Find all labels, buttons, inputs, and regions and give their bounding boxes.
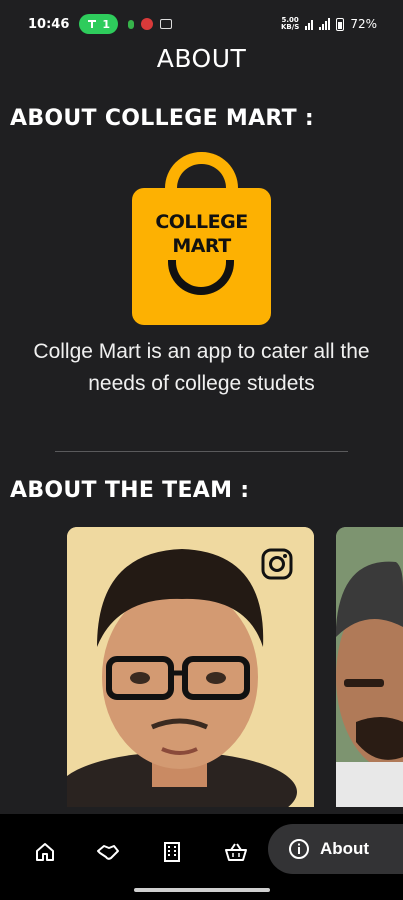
status-time: 10:46 bbox=[28, 16, 70, 32]
app-description: Collge Mart is an app to cater all the n… bbox=[33, 340, 370, 395]
network-speed-unit: KB/S bbox=[280, 23, 300, 31]
team-member-photo bbox=[336, 527, 403, 807]
nav-colleges[interactable] bbox=[154, 834, 190, 870]
wifi-signal-icon bbox=[305, 18, 314, 30]
info-icon bbox=[289, 839, 309, 859]
ongoing-call-pill[interactable]: 1 bbox=[79, 14, 119, 34]
nav-deals[interactable] bbox=[90, 834, 126, 870]
team-member-card[interactable] bbox=[336, 527, 403, 807]
about-college-mart-heading: ABOUT COLLEGE MART : bbox=[10, 106, 315, 131]
page-title: ABOUT bbox=[156, 44, 247, 73]
home-icon bbox=[36, 843, 54, 861]
gmail-icon bbox=[160, 19, 173, 29]
battery-percent: 72% bbox=[350, 17, 377, 31]
network-speed: 5.00 KB/S bbox=[281, 17, 299, 31]
logo-text-line1: COLLEGE bbox=[155, 211, 248, 233]
gesture-home-indicator[interactable] bbox=[134, 888, 270, 892]
cell-signal-icon bbox=[319, 18, 331, 30]
notification-icons bbox=[128, 18, 173, 30]
notification-green-icon bbox=[128, 19, 135, 29]
nav-home[interactable] bbox=[27, 834, 63, 870]
nav-about-label: About bbox=[320, 839, 370, 858]
phone-icon bbox=[88, 20, 97, 28]
section-divider bbox=[55, 451, 348, 452]
instagram-icon[interactable] bbox=[260, 547, 294, 581]
battery-icon bbox=[336, 17, 345, 31]
building-icon bbox=[164, 842, 180, 862]
logo-text: COLLEGE MART bbox=[132, 210, 271, 258]
notification-red-icon bbox=[141, 18, 154, 30]
nav-about[interactable]: About bbox=[268, 824, 403, 874]
nav-basket[interactable] bbox=[218, 834, 254, 870]
team-member-card[interactable] bbox=[67, 527, 314, 807]
system-indicators: 5.00 KB/S 72% bbox=[281, 17, 377, 32]
college-mart-logo: COLLEGE MART bbox=[132, 152, 271, 325]
basket-icon bbox=[225, 843, 247, 861]
call-count: 1 bbox=[102, 17, 111, 31]
logo-text-line2: MART bbox=[172, 235, 231, 257]
about-team-heading: ABOUT THE TEAM : bbox=[10, 478, 250, 503]
status-bar: 10:46 1 5.00 KB/S 72% bbox=[0, 0, 403, 48]
handshake-icon bbox=[97, 845, 119, 860]
